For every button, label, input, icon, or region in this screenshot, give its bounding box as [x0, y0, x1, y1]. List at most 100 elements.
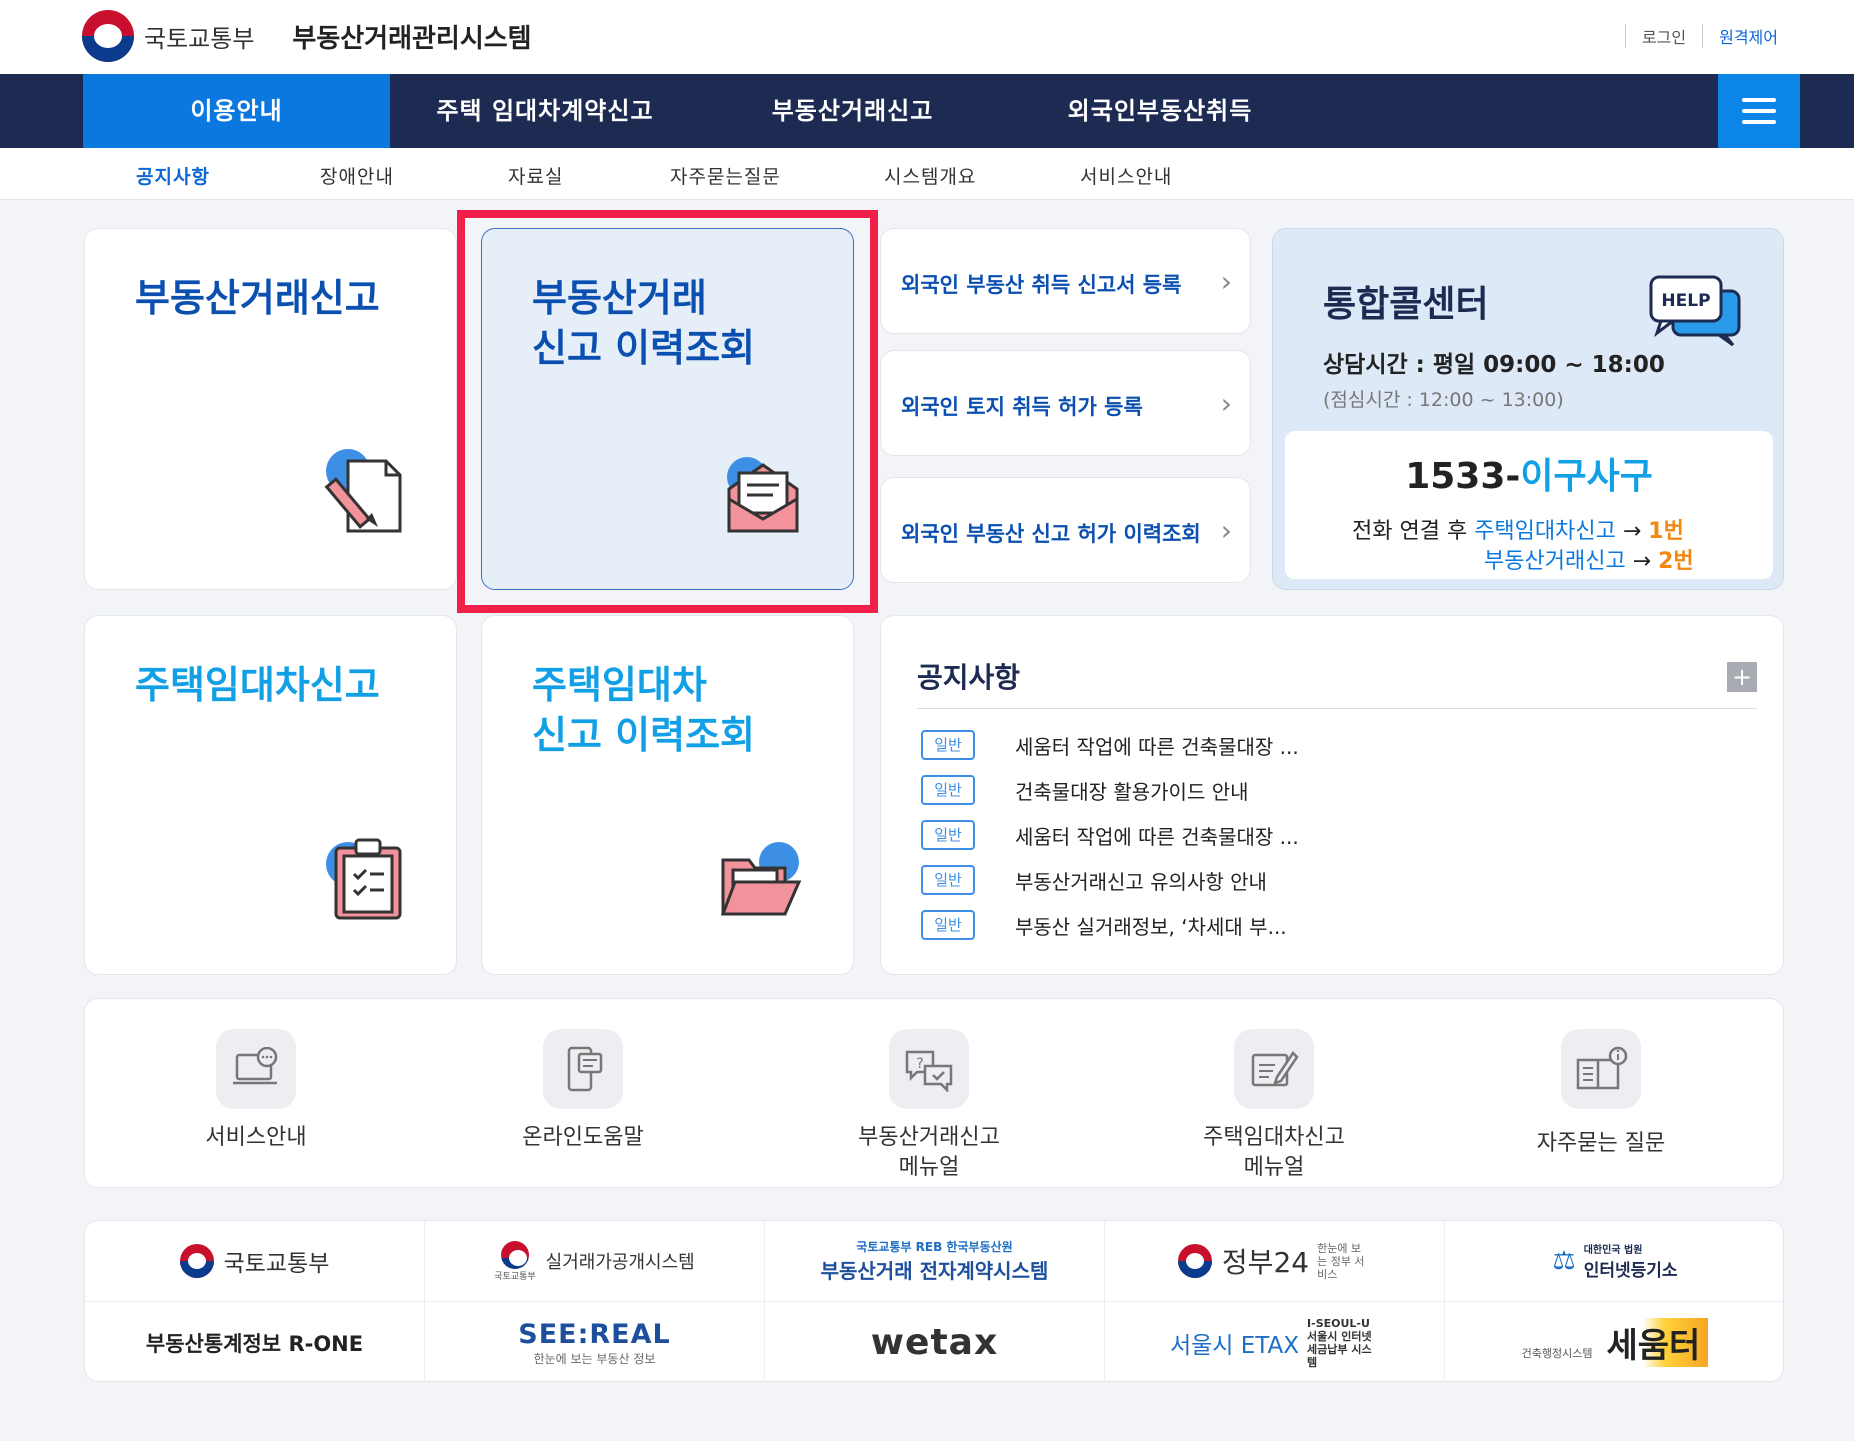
- court-logo-icon: ⚖: [1552, 1246, 1576, 1276]
- gnb-item-guide[interactable]: 이용안내: [83, 74, 390, 148]
- card-title: 주택임대차신고: [135, 663, 380, 707]
- route-arrow: →: [1615, 519, 1649, 544]
- notice-panel: 공지사항 + 일반 세움터 작업에 따른 건축물대장 ... 일반 건축물대장 …: [880, 615, 1784, 975]
- phone-word: 이구사구: [1520, 456, 1653, 497]
- notice-item[interactable]: 일반 부동산거래신고 유의사항 안내: [921, 865, 1267, 895]
- gnb-item-realestate-report[interactable]: 부동산거래신고: [720, 74, 985, 148]
- quick-label: 온라인도움말: [522, 1125, 644, 1150]
- sub-nav: 공지사항 장애안내 자료실 자주묻는질문 시스템개요 서비스안내: [0, 148, 1854, 200]
- site-rtms[interactable]: 국토교통부 실거래가공개시스템: [425, 1221, 765, 1302]
- sub-nav-outage[interactable]: 장애안내: [320, 162, 394, 189]
- foreign-permit-history-link[interactable]: 외국인 부동산 신고 허가 이력조회 ›: [880, 477, 1251, 583]
- quick-label: 서비스안내: [205, 1125, 307, 1150]
- site-label: 인터넷등기소: [1583, 1261, 1678, 1281]
- plus-icon[interactable]: +: [1727, 662, 1757, 692]
- related-sites: 국토교통부 국토교통부 실거래가공개시스템 국토교통부 REB 한국부동산원 부…: [84, 1220, 1784, 1382]
- gnb-item-lease-report[interactable]: 주택 임대차계약신고: [400, 74, 690, 148]
- help-bubble-icon: HELP: [1647, 273, 1743, 351]
- notice-badge: 일반: [921, 820, 975, 850]
- notice-badge: 일반: [921, 865, 975, 895]
- chevron-right-icon: ›: [1220, 514, 1232, 547]
- route-number: 2번: [1658, 549, 1694, 574]
- site-rone[interactable]: 부동산통계정보 R-ONE: [85, 1302, 425, 1381]
- site-label: SEE:REAL: [518, 1318, 671, 1350]
- quick-online-help[interactable]: 온라인도움말: [473, 1029, 693, 1153]
- site-seumter[interactable]: 건축행정시스템 세움터: [1445, 1302, 1783, 1381]
- chevron-right-icon: ›: [1220, 387, 1232, 420]
- gnb-item-foreign-acquisition[interactable]: 외국인부동산취득: [1020, 74, 1300, 148]
- site-etax[interactable]: 서울시 ETAX I-SEOUL-U 서울시 인터넷 세금납부 시스템: [1105, 1302, 1445, 1381]
- notice-item[interactable]: 일반 부동산 실거래정보, ‘차세대 부...: [921, 910, 1287, 940]
- book-info-icon: [1561, 1029, 1641, 1109]
- lease-report-card[interactable]: 주택임대차신고: [84, 615, 457, 975]
- site-econtract[interactable]: 국토교통부 REB 한국부동산원 부동산거래 전자계약시스템: [765, 1221, 1105, 1302]
- remote-control-link[interactable]: 원격제어: [1702, 24, 1794, 48]
- edit-doc-icon: [1234, 1029, 1314, 1109]
- notice-item[interactable]: 일반 건축물대장 활용가이드 안내: [921, 775, 1249, 805]
- notice-text: 부동산거래신고 유의사항 안내: [1015, 869, 1267, 894]
- foreign-realestate-register-link[interactable]: 외국인 부동산 취득 신고서 등록 ›: [880, 228, 1251, 334]
- quick-lease-manual[interactable]: 주택임대차신고 메뉴얼: [1164, 1029, 1384, 1183]
- sub-nav-library[interactable]: 자료실: [508, 162, 563, 189]
- main-nav: 이용안내 주택 임대차계약신고 부동산거래신고 외국인부동산취득: [0, 74, 1854, 148]
- quick-faq[interactable]: 자주묻는 질문: [1491, 1029, 1711, 1159]
- card-title: 주택임대차 신고 이력조회: [532, 660, 755, 760]
- realestate-report-card[interactable]: 부동산거래신고: [84, 228, 457, 590]
- notice-text: 세움터 작업에 따른 건축물대장 ...: [1015, 734, 1299, 759]
- taeguk-logo-icon: [500, 1240, 529, 1269]
- site-sublabel: I-SEOUL-U 서울시 인터넷 세금납부 시스템: [1307, 1316, 1372, 1369]
- login-link[interactable]: 로그인: [1624, 24, 1702, 48]
- route-service: 부동산거래신고: [1484, 549, 1626, 574]
- quick-label: 부동산거래신고 메뉴얼: [858, 1125, 1000, 1180]
- notice-text: 세움터 작업에 따른 건축물대장 ...: [1015, 824, 1299, 849]
- site-molit[interactable]: 국토교통부: [85, 1221, 425, 1302]
- card-title-line1: 주택임대차: [532, 663, 707, 707]
- link-label: 외국인 부동산 취득 신고서 등록: [901, 273, 1182, 297]
- notice-badge: 일반: [921, 775, 975, 805]
- qa-bubble-icon: ?: [889, 1029, 969, 1109]
- menu-icon[interactable]: [1718, 74, 1800, 148]
- svg-text:HELP: HELP: [1661, 291, 1710, 311]
- site-label: 실거래가공개시스템: [545, 1252, 695, 1273]
- notice-badge: 일반: [921, 910, 975, 940]
- taeguk-logo-icon: [179, 1244, 214, 1278]
- quick-service-guide[interactable]: 서비스안내: [146, 1029, 366, 1153]
- site-seereal[interactable]: SEE:REAL 한눈에 보는 부동산 정보: [425, 1302, 765, 1381]
- phone-prefix: 1533-: [1405, 456, 1521, 497]
- phone-route-1: 전화 연결 후 주택임대차신고 → 1번: [1352, 513, 1684, 545]
- notice-item[interactable]: 일반 세움터 작업에 따른 건축물대장 ...: [921, 730, 1299, 760]
- quick-realestate-manual[interactable]: ? 부동산거래신고 메뉴얼: [819, 1029, 1039, 1183]
- lease-history-card[interactable]: 주택임대차 신고 이력조회: [481, 615, 854, 975]
- highlight-box: [457, 210, 878, 613]
- quick-label: 자주묻는 질문: [1536, 1131, 1666, 1156]
- card-title-line2: 신고 이력조회: [532, 713, 755, 757]
- document-pen-icon: [320, 447, 406, 539]
- foreign-land-permit-link[interactable]: 외국인 토지 취득 허가 등록 ›: [880, 350, 1251, 456]
- phone-route-2: 부동산거래신고 → 2번: [1484, 543, 1694, 575]
- site-sublabel: 한눈에 보는 정부 서비스: [1317, 1241, 1365, 1281]
- notice-text: 건축물대장 활용가이드 안내: [1015, 779, 1249, 804]
- card-title: 부동산거래신고: [135, 276, 380, 320]
- sub-nav-service-guide[interactable]: 서비스안내: [1080, 162, 1172, 189]
- taeguk-logo-icon: [1177, 1244, 1212, 1278]
- sub-nav-system-overview[interactable]: 시스템개요: [884, 162, 976, 189]
- route-number: 1번: [1648, 519, 1684, 544]
- link-label: 외국인 부동산 신고 허가 이력조회: [901, 522, 1201, 546]
- phone-box: 1533-이구사구 전화 연결 후 주택임대차신고 → 1번 부동산거래신고 →…: [1285, 431, 1773, 579]
- site-label: 부동산통계정보 R-ONE: [145, 1331, 364, 1356]
- sub-nav-notice[interactable]: 공지사항: [136, 162, 210, 189]
- site-label: 국토교통부: [223, 1251, 330, 1277]
- site-gov24[interactable]: 정부24 한눈에 보는 정부 서비스: [1105, 1221, 1445, 1302]
- ministry-name: 국토교통부: [144, 24, 255, 53]
- notice-divider: [917, 708, 1757, 709]
- notice-item[interactable]: 일반 세움터 작업에 따른 건축물대장 ...: [921, 820, 1299, 850]
- laptop-chat-icon: [216, 1029, 296, 1109]
- clipboard-check-icon: [322, 834, 406, 924]
- site-wetax[interactable]: wetax: [765, 1302, 1105, 1381]
- site-label: 정부24: [1221, 1246, 1310, 1279]
- site-logo[interactable]: 국토교통부 부동산거래관리시스템: [82, 10, 532, 62]
- mobile-doc-icon: [543, 1029, 623, 1109]
- sub-nav-faq[interactable]: 자주묻는질문: [670, 162, 781, 189]
- site-iros[interactable]: ⚖ 대한민국 법원 인터넷등기소: [1445, 1221, 1783, 1302]
- route-arrow: →: [1625, 549, 1659, 574]
